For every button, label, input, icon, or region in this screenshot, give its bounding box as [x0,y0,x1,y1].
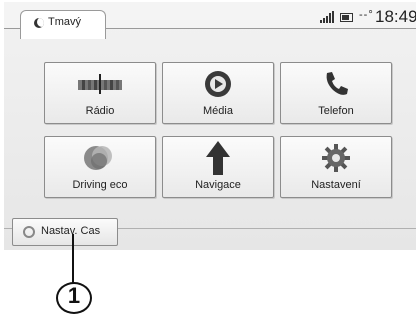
home-screen: Tmavý --° 18:49 Rádio Média Telefon Driv… [4,2,416,250]
driving-eco-icon [84,146,112,170]
set-clock-label: Nastav. Cas [41,225,101,237]
battery-icon [340,13,353,22]
signal-strength-icon [320,11,334,23]
tile-label: Telefon [318,105,354,117]
tile-label: Driving eco [72,179,128,191]
tile-navigation[interactable]: Navigace [162,136,274,198]
callout-line [72,234,74,286]
tile-settings[interactable]: Nastavení [280,136,392,198]
tile-media[interactable]: Média [162,62,274,124]
phone-icon [326,72,348,95]
media-play-icon [205,71,231,97]
clock-icon [23,226,35,238]
radio-icon [78,74,122,94]
profile-tab[interactable]: Tmavý [20,10,106,39]
temperature-readout: --° [359,9,374,21]
callout-number: 1 [67,283,81,308]
tile-label: Navigace [195,179,241,191]
profile-label: Tmavý [48,16,81,28]
set-clock-button[interactable]: Nastav. Cas [12,218,118,246]
settings-gear-icon [322,144,350,172]
tile-label: Rádio [85,105,115,117]
tile-driving-eco[interactable]: Driving eco [44,136,156,198]
clock-readout: 18:49 [375,7,416,26]
tile-phone[interactable]: Telefon [280,62,392,124]
tile-label: Nastavení [311,179,361,191]
moon-icon [34,18,44,28]
navigation-arrow-icon [206,141,230,175]
tile-radio[interactable]: Rádio [44,62,156,124]
tile-label: Média [203,105,233,117]
